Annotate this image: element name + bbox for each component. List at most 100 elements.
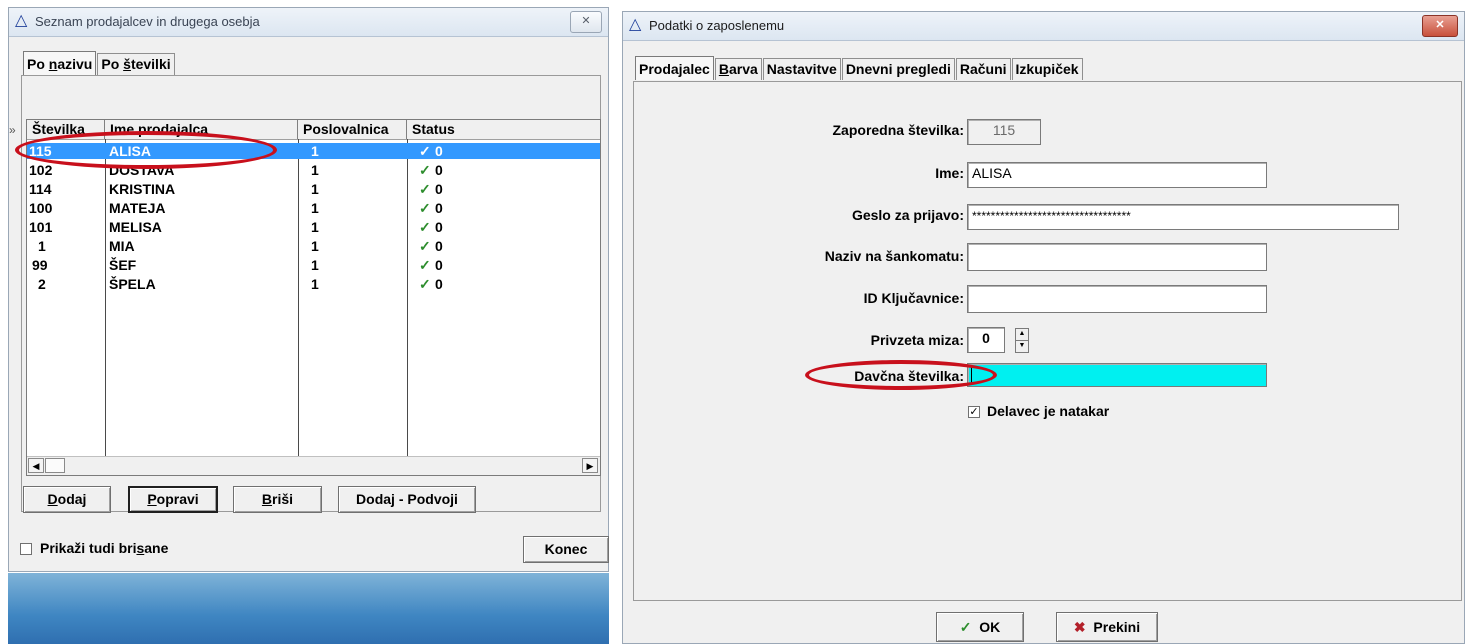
tab-strip: Po nazivu Po številki — [23, 51, 176, 75]
spin-up-icon[interactable]: ▲ — [1015, 328, 1029, 341]
horizontal-scrollbar[interactable]: ◀ ▶ — [27, 456, 600, 475]
show-deleted-label: Prikaži tudi brisane — [40, 540, 169, 556]
text-cursor — [971, 366, 972, 383]
cell-number: 114 — [29, 181, 52, 197]
seller-list-window: △ Seznam prodajalcev in drugega osebja ✕… — [8, 7, 609, 572]
table-header: Številka Ime prodajalca Poslovalnica Sta… — [27, 120, 600, 140]
cell-number: 2 — [38, 276, 46, 292]
bar-name-label: Naziv na šankomatu: — [824, 248, 964, 264]
table-spinner[interactable]: ▲ ▼ — [1015, 328, 1029, 353]
cell-status: 0 — [435, 257, 443, 273]
tab-seller[interactable]: Prodajalec — [635, 56, 714, 80]
column-header-branch[interactable]: Poslovalnica — [298, 120, 407, 139]
cell-number: 115 — [29, 143, 52, 159]
tax-number-field[interactable] — [967, 363, 1267, 387]
tab-invoices[interactable]: Računi — [955, 58, 1011, 80]
delete-button[interactable]: Briši — [233, 486, 322, 513]
bar-name-field[interactable] — [967, 243, 1267, 271]
column-header-status[interactable]: Status — [407, 120, 600, 139]
tax-number-label: Davčna številka: — [854, 368, 964, 384]
employee-data-window: △ Podatki o zaposlenemu ✕ Prodajalec Bar… — [622, 11, 1465, 644]
cell-branch: 1 — [311, 181, 319, 197]
status-check-icon: ✓ — [419, 162, 431, 178]
cell-number: 101 — [29, 219, 53, 235]
cell-number: 1 — [38, 238, 46, 254]
row-marker-icon: » — [9, 123, 16, 137]
status-check-icon: ✓ — [419, 219, 431, 235]
cell-name: ŠEF — [109, 257, 137, 273]
cell-status: 0 — [435, 162, 443, 178]
ok-check-icon: ✓ — [959, 619, 972, 635]
waiter-checkbox[interactable]: ✓ — [968, 406, 980, 418]
table-row[interactable]: 100 MATEJA 1 ✓ 0 — [27, 200, 600, 216]
window-title: Podatki o zaposlenemu — [649, 18, 785, 33]
add-button[interactable]: Dodaj — [23, 486, 111, 513]
cell-number: 99 — [32, 257, 48, 273]
edit-button[interactable]: Popravi — [128, 486, 218, 513]
tab-panel — [633, 81, 1462, 601]
seller-list-titlebar[interactable]: △ Seznam prodajalcev in drugega osebja ✕ — [9, 8, 608, 37]
cell-name: MATEJA — [109, 200, 166, 216]
add-duplicate-button[interactable]: Dodaj - Podvoji — [338, 486, 476, 513]
checkmark-icon: ✓ — [969, 406, 979, 418]
table-row[interactable]: 1 MIA 1 ✓ 0 — [27, 238, 600, 254]
table-row[interactable]: 101 MELISA 1 ✓ 0 — [27, 219, 600, 235]
password-label: Geslo za prijavo: — [851, 207, 964, 223]
desktop-background — [8, 573, 609, 644]
app-triangle-icon: △ — [629, 16, 642, 33]
tab-settings[interactable]: Nastavitve — [762, 58, 841, 80]
table-row[interactable]: 99 ŠEF 1 ✓ 0 — [27, 257, 600, 273]
scroll-right-icon[interactable]: ▶ — [582, 458, 598, 473]
name-field[interactable]: ALISA — [967, 162, 1267, 188]
show-deleted-checkbox[interactable] — [20, 543, 32, 555]
seller-table[interactable]: Številka Ime prodajalca Poslovalnica Sta… — [26, 119, 601, 476]
seq-number-field: 115 — [967, 119, 1041, 145]
window-title: Seznam prodajalcev in drugega osebja — [35, 14, 260, 29]
employee-titlebar[interactable]: △ Podatki o zaposlenemu ✕ — [623, 12, 1464, 41]
status-check-icon: ✓ — [419, 143, 431, 159]
ok-button[interactable]: ✓ OK — [936, 612, 1024, 642]
tab-daily-reviews[interactable]: Dnevni pregledi — [841, 58, 955, 80]
table-row[interactable]: 2 ŠPELA 1 ✓ 0 — [27, 276, 600, 292]
status-check-icon: ✓ — [419, 238, 431, 254]
tab-revenue[interactable]: Izkupiček — [1011, 58, 1083, 80]
cell-number: 102 — [29, 162, 53, 178]
cell-branch: 1 — [311, 238, 319, 254]
cell-branch: 1 — [311, 276, 319, 292]
cell-name: ŠPELA — [109, 276, 156, 292]
password-field[interactable]: ********************************** — [967, 204, 1399, 230]
tab-color[interactable]: Barva — [714, 58, 762, 80]
status-check-icon: ✓ — [419, 200, 431, 216]
seq-number-label: Zaporedna številka: — [832, 122, 965, 138]
cell-name: MIA — [109, 238, 135, 254]
status-check-icon: ✓ — [419, 257, 431, 273]
cell-number: 100 — [29, 200, 53, 216]
spin-down-icon[interactable]: ▼ — [1015, 341, 1029, 353]
default-table-label: Privzeta miza: — [870, 332, 964, 348]
default-table-field[interactable]: 0 — [967, 327, 1005, 353]
cell-branch: 1 — [311, 162, 319, 178]
cell-status: 0 — [435, 219, 443, 235]
table-row[interactable]: 115 ALISA 1 ✓ 0 — [27, 143, 600, 159]
table-row[interactable]: 114 KRISTINA 1 ✓ 0 — [27, 181, 600, 197]
tab-by-number[interactable]: Po številki — [97, 53, 175, 75]
close-button[interactable]: Konec — [523, 536, 609, 563]
close-window-button[interactable]: ✕ — [1422, 15, 1458, 37]
key-id-field[interactable] — [967, 285, 1267, 313]
close-window-button[interactable]: ✕ — [570, 11, 602, 33]
scroll-left-icon[interactable]: ◀ — [28, 458, 44, 473]
cancel-button[interactable]: ✖ Prekini — [1056, 612, 1158, 642]
cell-branch: 1 — [311, 200, 319, 216]
status-check-icon: ✓ — [419, 181, 431, 197]
cell-name: DOSTAVA — [109, 162, 175, 178]
scroll-thumb[interactable] — [45, 458, 65, 473]
tab-strip: Prodajalec Barva Nastavitve Dnevni pregl… — [635, 56, 1084, 80]
cell-name: KRISTINA — [109, 181, 176, 197]
column-header-name[interactable]: Ime prodajalca — [105, 120, 298, 139]
column-header-number[interactable]: Številka — [27, 120, 105, 139]
name-label: Ime: — [935, 165, 964, 181]
cell-status: 0 — [435, 238, 443, 254]
table-row[interactable]: 102 DOSTAVA 1 ✓ 0 — [27, 162, 600, 178]
cell-name: MELISA — [109, 219, 162, 235]
tab-by-name[interactable]: Po nazivu — [23, 51, 97, 75]
